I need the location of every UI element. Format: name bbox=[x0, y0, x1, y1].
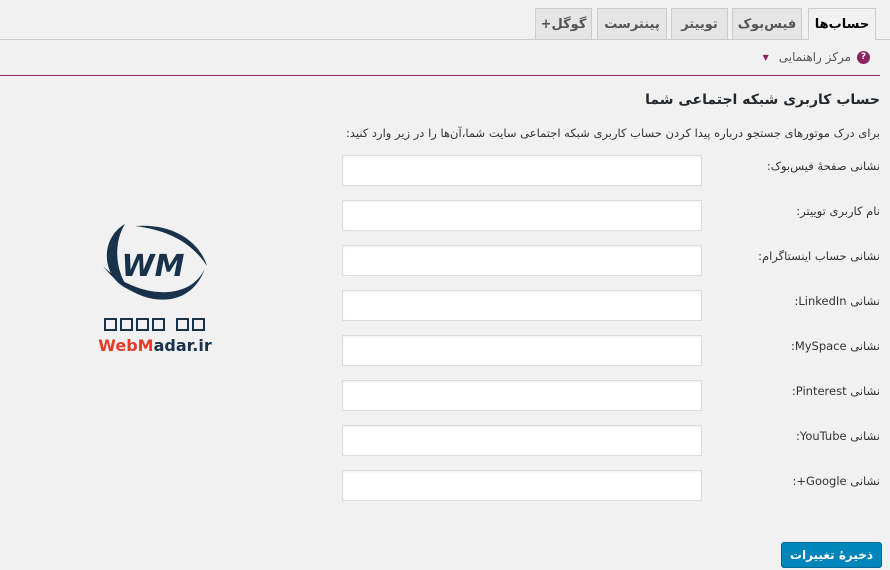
description: برای درک موتورهای جستجو درباره پیدا کردن… bbox=[345, 126, 880, 140]
help-divider bbox=[0, 75, 880, 76]
field-instagram: نشانی حساب اینستاگرام: bbox=[188, 245, 880, 276]
save-changes-button[interactable]: ذخیرهٔ تغییرات bbox=[781, 542, 882, 568]
field-google-plus: نشانی Google+: bbox=[188, 470, 880, 501]
help-center-toggle[interactable]: ? مرکز راهنمایی ▼ bbox=[763, 50, 870, 64]
pinterest-url-input[interactable] bbox=[342, 380, 702, 411]
svg-text:WM: WM bbox=[122, 249, 185, 284]
field-label: نشانی Pinterest: bbox=[791, 384, 880, 398]
myspace-url-input[interactable] bbox=[342, 335, 702, 366]
field-youtube: نشانی YouTube: bbox=[188, 425, 880, 456]
question-icon: ? bbox=[857, 50, 870, 64]
tab-bar-border bbox=[0, 39, 890, 40]
linkedin-url-input[interactable] bbox=[342, 290, 702, 321]
field-twitter: نام کاربری توییتر: bbox=[188, 200, 880, 231]
field-label: نشانی حساب اینستاگرام: bbox=[758, 249, 880, 263]
field-facebook: نشانی صفحهٔ فیس‌بوک: bbox=[188, 155, 880, 186]
webmadar-logo: WM WebMadar.ir bbox=[95, 218, 225, 358]
field-label: نشانی Google+: bbox=[792, 474, 880, 488]
field-label: نشانی LinkedIn: bbox=[794, 294, 880, 308]
field-label: نشانی MySpace: bbox=[790, 339, 880, 353]
help-center-label: مرکز راهنمایی bbox=[778, 50, 851, 64]
caret-down-icon: ▼ bbox=[762, 52, 769, 62]
field-label: نام کاربری توییتر: bbox=[796, 204, 880, 218]
field-linkedin: نشانی LinkedIn: bbox=[188, 290, 880, 321]
page-title: حساب کاربری شبکه اجتماعی شما bbox=[645, 92, 880, 108]
field-label: نشانی YouTube: bbox=[795, 429, 880, 443]
field-label: نشانی صفحهٔ فیس‌بوک: bbox=[766, 159, 880, 173]
twitter-username-input[interactable] bbox=[342, 200, 702, 231]
google-plus-url-input[interactable] bbox=[342, 470, 702, 501]
tab-twitter[interactable]: توییتر bbox=[671, 8, 728, 39]
tab-facebook[interactable]: فیس‌بوک bbox=[732, 8, 802, 39]
tab-accounts[interactable]: حساب‌ها bbox=[808, 8, 876, 40]
tab-pinterest[interactable]: پینترست bbox=[597, 8, 667, 39]
tab-google-plus[interactable]: گوگل+ bbox=[535, 8, 592, 39]
svg-text:WebMadar.ir: WebMadar.ir bbox=[98, 336, 212, 355]
field-myspace: نشانی MySpace: bbox=[188, 335, 880, 366]
instagram-url-input[interactable] bbox=[342, 245, 702, 276]
youtube-url-input[interactable] bbox=[342, 425, 702, 456]
field-pinterest: نشانی Pinterest: bbox=[188, 380, 880, 411]
facebook-url-input[interactable] bbox=[342, 155, 702, 186]
